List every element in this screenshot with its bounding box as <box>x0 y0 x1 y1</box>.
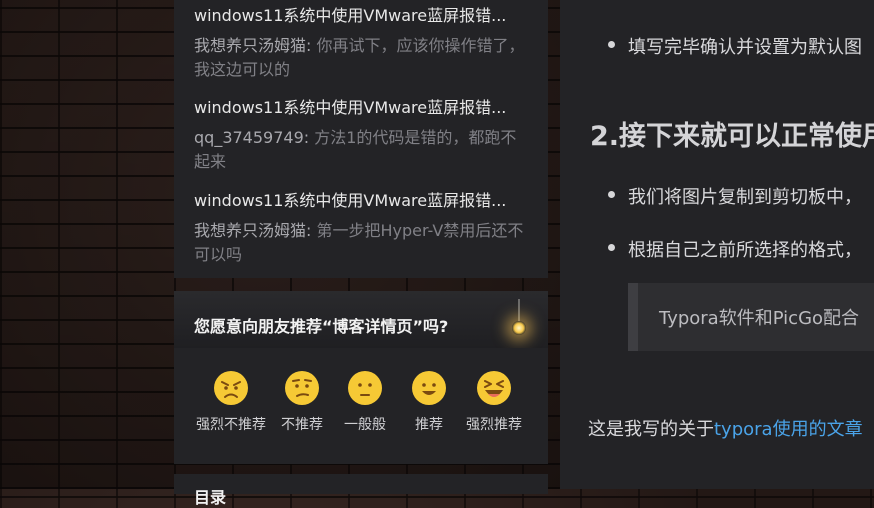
article-paragraph: 这是我写的关于typora使用的文章 <box>588 415 863 441</box>
recommend-option-recommend[interactable]: 推荐 <box>393 370 465 434</box>
comment-item: windows11系统中使用VMware蓝屏报错... 我想养只汤姆猫: 你再试… <box>194 5 529 82</box>
comment-item: windows11系统中使用VMware蓝屏报错... qq_37459749:… <box>194 97 529 174</box>
list-item: 根据自己之前所选择的格式， <box>628 240 862 261</box>
confused-face-icon <box>285 371 319 405</box>
recommend-label: 不推荐 <box>281 417 323 433</box>
recommend-label: 推荐 <box>415 417 443 433</box>
comment-body: qq_37459749: 方法1的代码是错的，都跑不起来 <box>194 126 529 174</box>
comment-article-link[interactable]: windows11系统中使用VMware蓝屏报错... <box>194 190 529 212</box>
neutral-face-icon <box>348 371 382 405</box>
blockquote-text: Typora软件和PicGo配合 <box>659 308 860 329</box>
smiling-face-icon <box>412 371 446 405</box>
recommend-title: 您愿意向朋友推荐“博客详情页”吗? <box>194 317 449 336</box>
list-bullet <box>608 244 615 251</box>
next-panel-title: 目录 <box>194 488 227 507</box>
lamp-icon <box>508 299 530 343</box>
recommend-options: 强烈不推荐 不推荐 一般般 推荐 强烈推荐 <box>174 348 548 464</box>
recommend-label: 强烈推荐 <box>466 417 522 433</box>
list-bullet <box>608 191 615 198</box>
recommend-option-neutral[interactable]: 一般般 <box>329 370 401 434</box>
comment-author: 我想养只汤姆猫: <box>194 36 312 55</box>
laughing-face-icon <box>477 371 511 405</box>
comment-body: 我想养只汤姆猫: 第一步把Hyper-V禁用后还不可以吗 <box>194 219 529 267</box>
paragraph-text: 这是我写的关于 <box>588 419 714 440</box>
recommend-label: 强烈不推荐 <box>196 417 266 433</box>
article-content: 填写完毕确认并设置为默认图 2.接下来就可以正常使用 我们将图片复制到剪切板中，… <box>560 0 874 489</box>
list-item: 我们将图片复制到剪切板中， <box>628 187 862 208</box>
comment-article-link[interactable]: windows11系统中使用VMware蓝屏报错... <box>194 5 529 27</box>
recommend-label: 一般般 <box>344 417 386 433</box>
comment-article-link[interactable]: windows11系统中使用VMware蓝屏报错... <box>194 97 529 119</box>
sidebar: windows11系统中使用VMware蓝屏报错... 我想养只汤姆猫: 你再试… <box>174 0 548 507</box>
next-panel-header: 目录 <box>174 474 548 507</box>
recommend-option-strongly-not[interactable]: 强烈不推荐 <box>195 370 267 434</box>
article-link[interactable]: typora使用的文章 <box>714 419 863 440</box>
recent-comments-panel: windows11系统中使用VMware蓝屏报错... 我想养只汤姆猫: 你再试… <box>174 0 548 278</box>
comment-item: windows11系统中使用VMware蓝屏报错... 我想养只汤姆猫: 第一步… <box>194 190 529 267</box>
blockquote: Typora软件和PicGo配合 <box>628 283 874 351</box>
list-bullet <box>608 41 615 48</box>
recommend-option-not[interactable]: 不推荐 <box>266 370 338 434</box>
angry-face-icon <box>214 371 248 405</box>
comment-author: 我想养只汤姆猫: <box>194 221 312 240</box>
comment-author: qq_37459749: <box>194 128 310 147</box>
recommend-option-strongly[interactable]: 强烈推荐 <box>458 370 530 434</box>
comment-body: 我想养只汤姆猫: 你再试下，应该你操作错了，我这边可以的 <box>194 34 529 82</box>
list-item: 填写完毕确认并设置为默认图 <box>628 37 862 58</box>
section-heading: 2.接下来就可以正常使用 <box>590 121 874 152</box>
recommend-header: 您愿意向朋友推荐“博客详情页”吗? <box>174 291 548 348</box>
